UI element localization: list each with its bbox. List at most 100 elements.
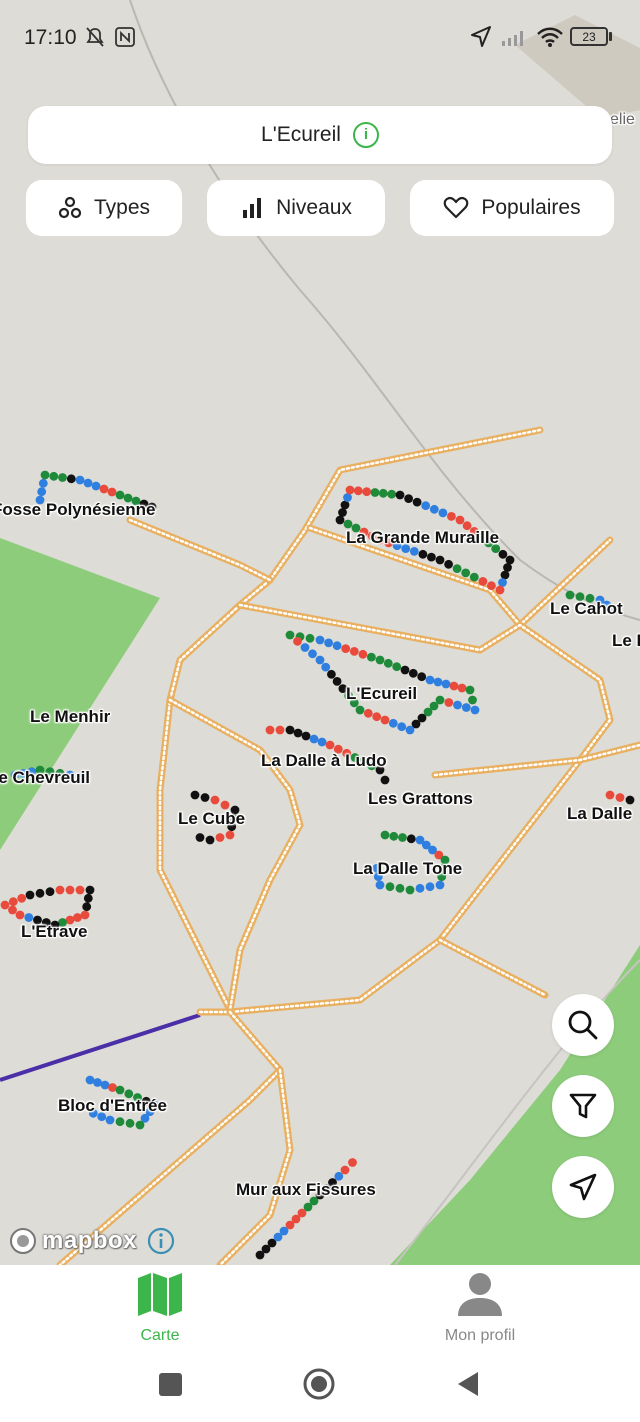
boulder-problem-marker[interactable] [495,585,505,595]
boulder-problem-marker[interactable] [397,722,407,732]
popular-filter-button[interactable]: Populaires [410,180,614,236]
boulder-problem-marker[interactable] [498,549,508,559]
boulder-problem-marker[interactable] [40,470,50,480]
boulder-problem-marker[interactable] [125,1118,135,1128]
boulder-problem-marker[interactable] [115,490,125,500]
filter-button[interactable] [552,1075,614,1137]
boulder-problem-marker[interactable] [8,897,18,907]
boulder-problem-marker[interactable] [108,1083,117,1092]
boulder-label[interactable]: La Dalle [567,804,632,824]
boulder-problem-marker[interactable] [447,512,456,521]
boulder-problem-marker[interactable] [25,890,35,900]
boulder-problem-marker[interactable] [205,835,215,845]
boulder-problem-marker[interactable] [421,501,431,511]
boulder-problem-marker[interactable] [444,698,454,707]
boulder-problem-marker[interactable] [355,705,365,715]
boulder-problem-marker[interactable] [398,833,407,842]
boulder-problem-marker[interactable] [500,570,510,580]
boulder-problem-marker[interactable] [200,793,210,802]
boulder-problem-marker[interactable] [438,508,448,518]
boulder-problem-marker[interactable] [503,563,512,572]
mapbox-attribution[interactable]: mapbox [8,1226,175,1256]
boulder-problem-marker[interactable] [389,831,399,841]
boulder-problem-marker[interactable] [375,880,385,890]
boulder-problem-marker[interactable] [468,695,477,705]
boulder-problem-marker[interactable] [412,497,422,507]
boulder-problem-marker[interactable] [455,515,465,525]
boulder-problem-marker[interactable] [309,734,319,744]
boulder-problem-marker[interactable] [415,883,425,893]
boulder-problem-marker[interactable] [75,885,85,895]
boulder-problem-marker[interactable] [300,643,310,652]
boulder-problem-marker[interactable] [363,708,373,718]
boulder-problem-marker[interactable] [469,572,479,582]
boulder-problem-marker[interactable] [85,885,95,895]
boulder-problem-marker[interactable] [478,577,488,586]
boulder-problem-marker[interactable] [505,555,515,565]
boulder-problem-marker[interactable] [335,515,345,525]
boulder-label[interactable]: Le Cube [178,809,245,829]
boulder-problem-marker[interactable] [338,508,347,517]
recent-apps-button[interactable] [159,1373,182,1396]
boulder-problem-marker[interactable] [444,559,453,569]
boulder-problem-marker[interactable] [85,1075,95,1085]
boulder-problem-marker[interactable] [387,489,397,499]
boulder-problem-marker[interactable] [404,494,413,503]
boulder-problem-marker[interactable] [225,830,235,840]
boulder-problem-marker[interactable] [385,882,395,892]
boulder-problem-marker[interactable] [65,885,75,895]
boulder-problem-marker[interactable] [190,790,200,800]
back-button[interactable] [456,1370,482,1398]
boulder-problem-marker[interactable] [83,893,93,903]
boulder-label[interactable]: Le I [612,631,640,651]
boulder-problem-marker[interactable] [49,471,59,481]
boulder-problem-marker[interactable] [55,885,65,895]
boulder-problem-marker[interactable] [301,731,311,741]
boulder-problem-marker[interactable] [375,655,385,665]
boulder-label[interactable]: La Grande Muraille [346,528,499,548]
boulder-problem-marker[interactable] [449,681,459,691]
boulder-problem-marker[interactable] [45,887,55,897]
boulder-problem-marker[interactable] [400,665,410,675]
boulder-problem-marker[interactable] [441,679,451,689]
boulder-label[interactable]: Le Menhir [30,707,110,727]
boulder-problem-marker[interactable] [417,672,427,682]
nav-map[interactable]: Carte [60,1265,260,1345]
boulder-label[interactable]: L'Etrave [21,922,87,942]
boulder-problem-marker[interactable] [82,902,92,912]
boulder-problem-marker[interactable] [457,683,467,693]
boulder-problem-marker[interactable] [38,478,48,488]
boulder-problem-marker[interactable] [615,793,625,802]
boulder-problem-marker[interactable] [348,1158,357,1167]
boulder-problem-marker[interactable] [383,658,393,668]
boulder-problem-marker[interactable] [406,834,416,844]
boulder-problem-marker[interactable] [340,1165,350,1175]
boulder-problem-marker[interactable] [73,913,82,922]
boulder-label[interactable]: La Dalle Tone [353,859,462,879]
boulder-label[interactable]: L'Ecureil [346,684,417,704]
boulder-problem-marker[interactable] [75,475,85,485]
boulder-problem-marker[interactable] [429,504,439,514]
boulder-problem-marker[interactable] [93,1078,102,1087]
boulder-problem-marker[interactable] [265,725,275,735]
boulder-problem-marker[interactable] [370,488,380,497]
boulder-problem-marker[interactable] [453,700,462,710]
boulder-problem-marker[interactable] [461,703,471,712]
boulder-problem-marker[interactable] [353,486,363,496]
boulder-problem-marker[interactable] [425,882,435,892]
boulder-problem-marker[interactable] [215,833,225,842]
boulder-problem-marker[interactable] [324,638,333,648]
location-title-bar[interactable]: L'Ecureil i [28,106,612,164]
boulder-problem-marker[interactable] [465,685,475,695]
boulder-problem-marker[interactable] [195,833,205,842]
boulder-problem-marker[interactable] [275,725,285,735]
boulder-problem-marker[interactable] [395,490,405,500]
boulder-problem-marker[interactable] [80,910,90,920]
boulder-label[interactable]: Fosse Polynésienne [0,500,155,520]
boulder-problem-marker[interactable] [470,705,480,715]
boulder-problem-marker[interactable] [332,641,342,651]
boulder-problem-marker[interactable] [285,725,295,735]
boulder-problem-marker[interactable] [343,493,352,502]
boulder-problem-marker[interactable] [293,728,303,738]
boulder-problem-marker[interactable] [380,830,390,840]
